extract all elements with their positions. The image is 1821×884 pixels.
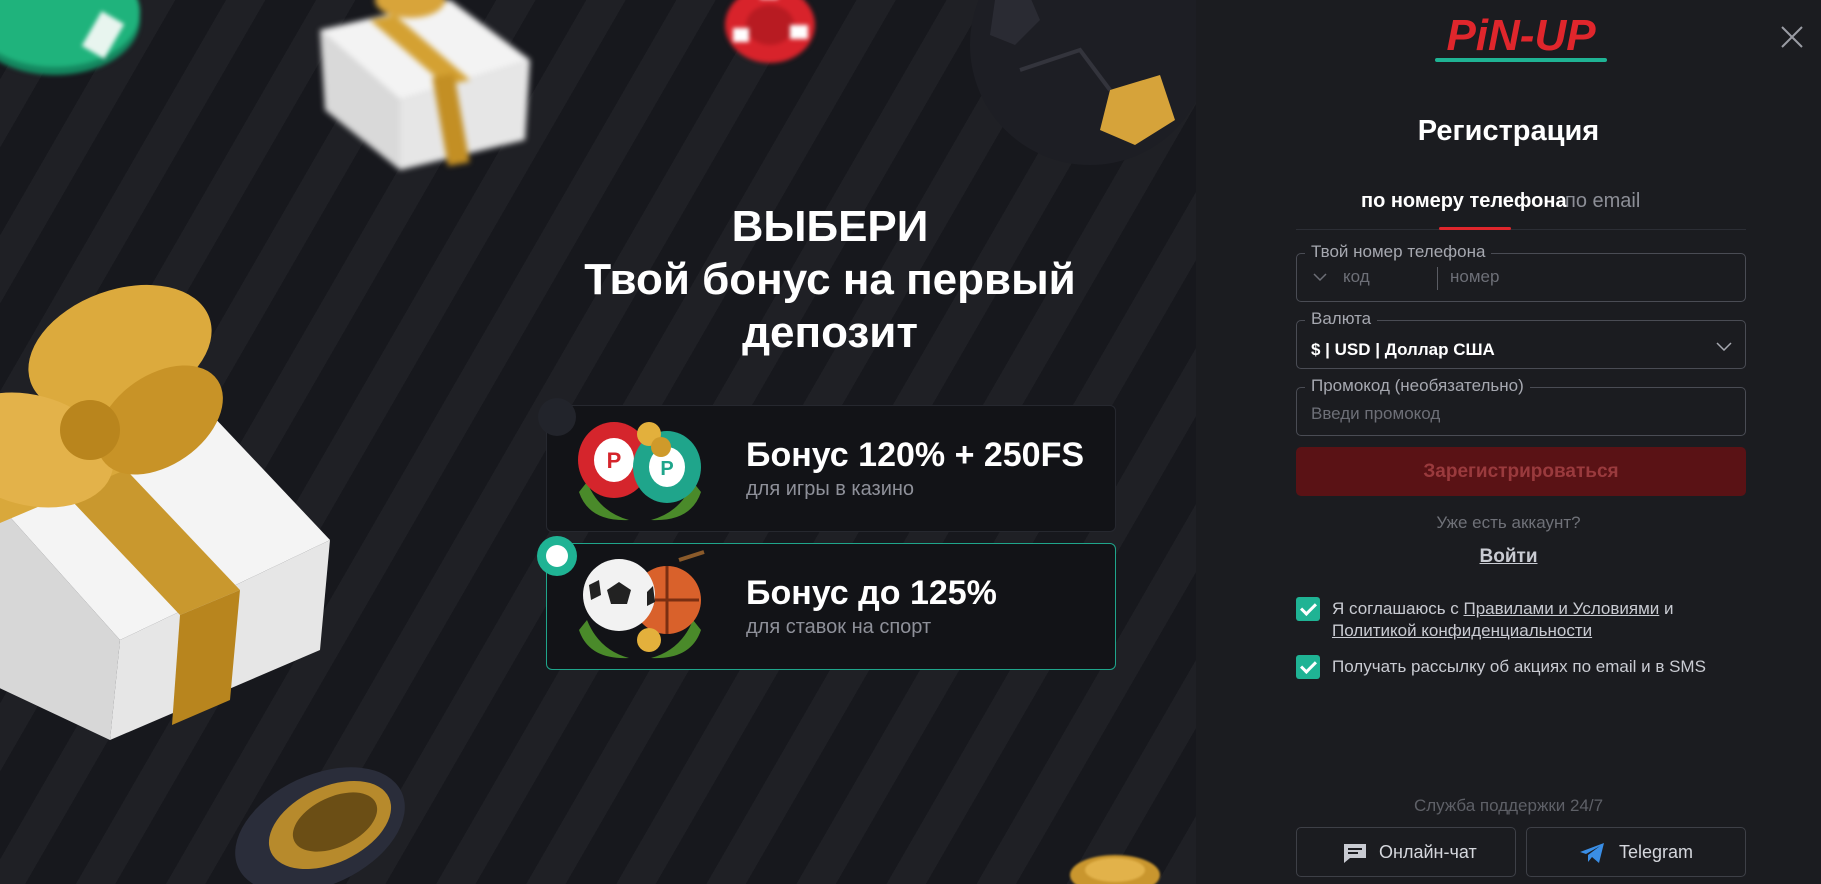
registration-panel: PiN-UP Регистрация по номеру телефона по… [1196, 0, 1821, 884]
telegram-button[interactable]: Telegram [1526, 827, 1746, 877]
telegram-icon [1580, 843, 1604, 863]
active-tab-indicator [1439, 227, 1511, 230]
register-button[interactable]: Зарегистрироваться [1296, 447, 1746, 496]
casino-chips-icon: P P [578, 422, 701, 521]
horn-decoration [235, 767, 405, 884]
terms-checkbox[interactable] [1296, 597, 1320, 621]
login-link[interactable]: Войти [1480, 546, 1538, 567]
promocode-label: Промокод (необязательно) [1305, 376, 1530, 396]
promo-title: ВЫБЕРИ Твой бонус на первый депозит [560, 200, 1100, 359]
bonus-card-sport[interactable]: Бонус до 125% для ставок на спорт [546, 543, 1116, 670]
bonus-card-casino[interactable]: P P Бонус 120% + 250FS для игры в казино [546, 405, 1116, 532]
red-chip-decoration [725, 0, 815, 63]
gift-box-large-decoration [0, 284, 330, 740]
pin-up-logo[interactable]: PiN-UP [1431, 8, 1611, 66]
have-account-text: Уже есть аккаунт? [1436, 513, 1581, 532]
gift-box-small-decoration [320, 0, 530, 170]
coins-decoration [1070, 855, 1160, 884]
currency-value: $ | USD | Доллар США [1311, 340, 1495, 359]
newsletter-text: Получать рассылку об акциях по email и в… [1332, 657, 1706, 676]
terms-and: и [1659, 599, 1674, 618]
currency-label: Валюта [1305, 309, 1378, 329]
phone-field-divider [1437, 267, 1438, 290]
login-link-wrapper: Войти [1196, 546, 1821, 568]
close-icon[interactable] [1779, 24, 1805, 50]
phone-field: Твой номер телефона код номер [1296, 242, 1746, 302]
terms-prefix: Я соглашаюсь с [1332, 599, 1464, 618]
bonus-sport-radio-selected[interactable] [537, 536, 577, 576]
terms-text: Я соглашаюсь с Правилами и Условиями и П… [1332, 598, 1752, 642]
promo-title-line-2: Твой бонус на первый [584, 255, 1076, 304]
privacy-link[interactable]: Политикой конфиденциальности [1332, 621, 1592, 640]
rules-link[interactable]: Правилами и Условиями [1464, 599, 1660, 618]
phone-field-label: Твой номер телефона [1305, 242, 1492, 262]
sports-balls-icon [579, 550, 705, 659]
svg-text:P: P [660, 458, 673, 480]
tab-phone[interactable]: по номеру телефона [1361, 190, 1567, 213]
casino-chip-decoration [0, 0, 140, 75]
promo-title-line-3: депозит [742, 308, 918, 357]
currency-select[interactable]: Валюта $ | USD | Доллар США [1296, 309, 1746, 369]
promo-title-line-1: ВЫБЕРИ [731, 202, 929, 251]
soccer-ball-decoration [970, 0, 1196, 165]
svg-text:P: P [607, 448, 622, 473]
tab-email[interactable]: по email [1565, 190, 1640, 213]
bonus-casino-subtitle: для игры в казино [746, 478, 915, 500]
bonus-sport-subtitle: для ставок на спорт [746, 616, 932, 638]
country-code-input[interactable]: код [1343, 267, 1370, 287]
online-chat-label: Онлайн-чат [1379, 842, 1477, 862]
telegram-label: Telegram [1619, 842, 1694, 862]
bonus-sport-title: Бонус до 125% [746, 574, 997, 612]
promocode-input[interactable]: Введи промокод [1311, 404, 1440, 424]
chevron-down-icon[interactable] [1313, 272, 1327, 282]
registration-title: Регистрация [1417, 115, 1600, 147]
newsletter-checkbox[interactable] [1296, 655, 1320, 679]
bonus-casino-radio[interactable] [538, 398, 576, 436]
support-title: Служба поддержки 24/7 [1413, 796, 1604, 815]
svg-text:PiN-UP: PiN-UP [1446, 11, 1596, 60]
promocode-field[interactable]: Промокод (необязательно) Введи промокод [1296, 376, 1746, 436]
phone-number-input[interactable]: номер [1450, 267, 1499, 287]
registration-tabs: по номеру телефона по email [1296, 186, 1746, 230]
chevron-down-icon [1716, 342, 1732, 351]
online-chat-button[interactable]: Онлайн-чат [1296, 827, 1516, 877]
bonus-casino-title: Бонус 120% + 250FS [746, 436, 1085, 474]
chat-icon [1344, 844, 1366, 863]
